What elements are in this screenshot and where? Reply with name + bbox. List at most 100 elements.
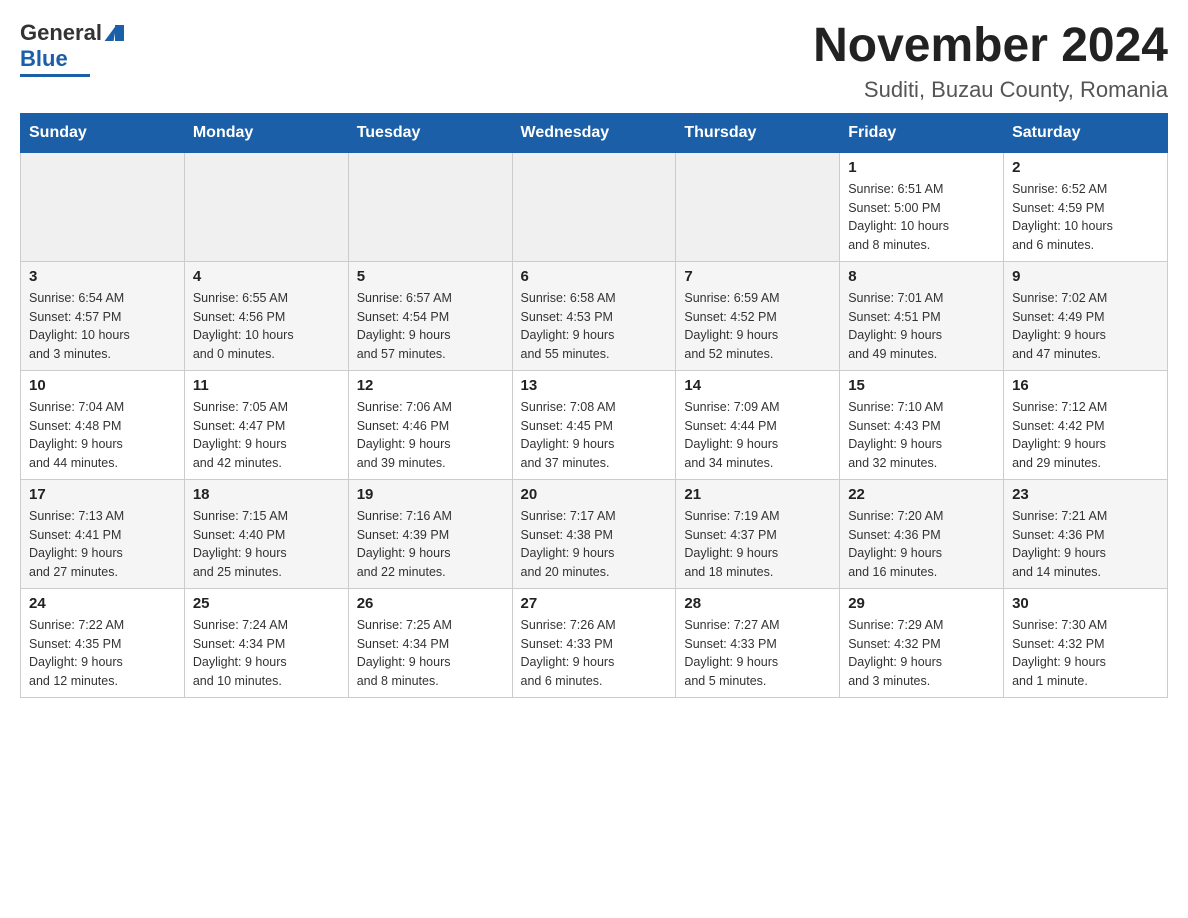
calendar-cell: 25 Sunrise: 7:24 AM Sunset: 4:34 PM Dayli… — [184, 588, 348, 697]
day-info: Sunrise: 7:21 AM Sunset: 4:36 PM Dayligh… — [1012, 507, 1159, 582]
calendar-cell: 2 Sunrise: 6:52 AM Sunset: 4:59 PM Daylig… — [1004, 152, 1168, 261]
calendar-week-row: 1 Sunrise: 6:51 AM Sunset: 5:00 PM Daylig… — [21, 152, 1168, 261]
day-number: 12 — [357, 377, 504, 394]
day-info: Sunrise: 7:29 AM Sunset: 4:32 PM Dayligh… — [848, 616, 995, 691]
calendar-cell: 17 Sunrise: 7:13 AM Sunset: 4:41 PM Dayli… — [21, 479, 185, 588]
calendar-cell: 19Sunrise: 7:16 AM Sunset: 4:39 PM Dayli… — [348, 479, 512, 588]
weekday-header-thursday: Thursday — [676, 113, 840, 152]
day-info: Sunrise: 7:05 AM Sunset: 4:47 PM Dayligh… — [193, 398, 340, 473]
day-number: 27 — [521, 595, 668, 612]
day-number: 2 — [1012, 159, 1159, 176]
weekday-header-monday: Monday — [184, 113, 348, 152]
calendar-week-row: 3 Sunrise: 6:54 AM Sunset: 4:57 PM Daylig… — [21, 261, 1168, 370]
day-number: 26 — [357, 595, 504, 612]
day-info: Sunrise: 6:51 AM Sunset: 5:00 PM Dayligh… — [848, 180, 995, 255]
day-info: Sunrise: 7:13 AM Sunset: 4:41 PM Dayligh… — [29, 507, 176, 582]
day-number: 4 — [193, 268, 340, 285]
calendar-cell: 30 Sunrise: 7:30 AM Sunset: 4:32 PM Dayli… — [1004, 588, 1168, 697]
day-info: Sunrise: 7:15 AM Sunset: 4:40 PM Dayligh… — [193, 507, 340, 582]
day-number: 17 — [29, 486, 176, 503]
day-number: 21 — [684, 486, 831, 503]
logo-underline — [20, 74, 90, 77]
day-info: Sunrise: 6:58 AM Sunset: 4:53 PM Dayligh… — [521, 289, 668, 364]
calendar-cell — [512, 152, 676, 261]
day-number: 28 — [684, 595, 831, 612]
day-number: 24 — [29, 595, 176, 612]
calendar-table: SundayMondayTuesdayWednesdayThursdayFrid… — [20, 113, 1168, 698]
calendar-cell: 28 Sunrise: 7:27 AM Sunset: 4:33 PM Dayli… — [676, 588, 840, 697]
calendar-header-row: SundayMondayTuesdayWednesdayThursdayFrid… — [21, 113, 1168, 152]
calendar-cell: 5Sunrise: 6:57 AM Sunset: 4:54 PM Daylig… — [348, 261, 512, 370]
day-info: Sunrise: 7:24 AM Sunset: 4:34 PM Dayligh… — [193, 616, 340, 691]
calendar-cell: 16 Sunrise: 7:12 AM Sunset: 4:42 PM Dayli… — [1004, 370, 1168, 479]
day-number: 16 — [1012, 377, 1159, 394]
calendar-cell — [21, 152, 185, 261]
day-number: 13 — [521, 377, 668, 394]
calendar-cell: 15 Sunrise: 7:10 AM Sunset: 4:43 PM Dayli… — [840, 370, 1004, 479]
calendar-cell — [676, 152, 840, 261]
weekday-header-friday: Friday — [840, 113, 1004, 152]
weekday-header-saturday: Saturday — [1004, 113, 1168, 152]
day-info: Sunrise: 7:25 AM Sunset: 4:34 PM Dayligh… — [357, 616, 504, 691]
calendar-cell: 12 Sunrise: 7:06 AM Sunset: 4:46 PM Dayli… — [348, 370, 512, 479]
calendar-cell: 29 Sunrise: 7:29 AM Sunset: 4:32 PM Dayli… — [840, 588, 1004, 697]
day-number: 22 — [848, 486, 995, 503]
day-number: 25 — [193, 595, 340, 612]
day-number: 10 — [29, 377, 176, 394]
day-info: Sunrise: 7:04 AM Sunset: 4:48 PM Dayligh… — [29, 398, 176, 473]
day-number: 5 — [357, 268, 504, 285]
day-info: Sunrise: 7:19 AM Sunset: 4:37 PM Dayligh… — [684, 507, 831, 582]
day-info: Sunrise: 7:27 AM Sunset: 4:33 PM Dayligh… — [684, 616, 831, 691]
page-header: General Blue November 2024 Suditi, Buzau… — [20, 20, 1168, 103]
day-info: Sunrise: 7:10 AM Sunset: 4:43 PM Dayligh… — [848, 398, 995, 473]
calendar-cell: 20Sunrise: 7:17 AM Sunset: 4:38 PM Dayli… — [512, 479, 676, 588]
day-number: 30 — [1012, 595, 1159, 612]
day-number: 14 — [684, 377, 831, 394]
day-info: Sunrise: 7:02 AM Sunset: 4:49 PM Dayligh… — [1012, 289, 1159, 364]
calendar-cell: 21 Sunrise: 7:19 AM Sunset: 4:37 PM Dayli… — [676, 479, 840, 588]
day-number: 6 — [521, 268, 668, 285]
calendar-cell: 6 Sunrise: 6:58 AM Sunset: 4:53 PM Daylig… — [512, 261, 676, 370]
day-info: Sunrise: 7:09 AM Sunset: 4:44 PM Dayligh… — [684, 398, 831, 473]
calendar-cell: 26 Sunrise: 7:25 AM Sunset: 4:34 PM Dayli… — [348, 588, 512, 697]
calendar-cell: 11 Sunrise: 7:05 AM Sunset: 4:47 PM Dayli… — [184, 370, 348, 479]
logo: General Blue — [20, 20, 124, 77]
day-info: Sunrise: 6:54 AM Sunset: 4:57 PM Dayligh… — [29, 289, 176, 364]
day-number: 11 — [193, 377, 340, 394]
calendar-cell: 13 Sunrise: 7:08 AM Sunset: 4:45 PM Dayli… — [512, 370, 676, 479]
day-info: Sunrise: 7:22 AM Sunset: 4:35 PM Dayligh… — [29, 616, 176, 691]
day-info: Sunrise: 7:01 AM Sunset: 4:51 PM Dayligh… — [848, 289, 995, 364]
page-subtitle: Suditi, Buzau County, Romania — [813, 77, 1168, 103]
day-info: Sunrise: 6:55 AM Sunset: 4:56 PM Dayligh… — [193, 289, 340, 364]
day-number: 15 — [848, 377, 995, 394]
day-number: 7 — [684, 268, 831, 285]
day-number: 8 — [848, 268, 995, 285]
day-info: Sunrise: 6:52 AM Sunset: 4:59 PM Dayligh… — [1012, 180, 1159, 255]
calendar-week-row: 17 Sunrise: 7:13 AM Sunset: 4:41 PM Dayli… — [21, 479, 1168, 588]
title-area: November 2024 Suditi, Buzau County, Roma… — [813, 20, 1168, 103]
day-number: 3 — [29, 268, 176, 285]
day-info: Sunrise: 7:20 AM Sunset: 4:36 PM Dayligh… — [848, 507, 995, 582]
calendar-cell: 23Sunrise: 7:21 AM Sunset: 4:36 PM Dayli… — [1004, 479, 1168, 588]
calendar-cell: 4 Sunrise: 6:55 AM Sunset: 4:56 PM Daylig… — [184, 261, 348, 370]
day-number: 29 — [848, 595, 995, 612]
day-info: Sunrise: 6:59 AM Sunset: 4:52 PM Dayligh… — [684, 289, 831, 364]
day-info: Sunrise: 7:06 AM Sunset: 4:46 PM Dayligh… — [357, 398, 504, 473]
day-number: 1 — [848, 159, 995, 176]
calendar-cell — [184, 152, 348, 261]
calendar-week-row: 10 Sunrise: 7:04 AM Sunset: 4:48 PM Dayli… — [21, 370, 1168, 479]
day-number: 9 — [1012, 268, 1159, 285]
calendar-cell: 3 Sunrise: 6:54 AM Sunset: 4:57 PM Daylig… — [21, 261, 185, 370]
calendar-cell: 10 Sunrise: 7:04 AM Sunset: 4:48 PM Dayli… — [21, 370, 185, 479]
calendar-cell: 27Sunrise: 7:26 AM Sunset: 4:33 PM Dayli… — [512, 588, 676, 697]
calendar-cell: 24 Sunrise: 7:22 AM Sunset: 4:35 PM Dayli… — [21, 588, 185, 697]
logo-general-text: General — [20, 20, 102, 46]
calendar-cell: 22 Sunrise: 7:20 AM Sunset: 4:36 PM Dayli… — [840, 479, 1004, 588]
day-info: Sunrise: 7:08 AM Sunset: 4:45 PM Dayligh… — [521, 398, 668, 473]
day-info: Sunrise: 7:30 AM Sunset: 4:32 PM Dayligh… — [1012, 616, 1159, 691]
calendar-cell: 14 Sunrise: 7:09 AM Sunset: 4:44 PM Dayli… — [676, 370, 840, 479]
day-info: Sunrise: 7:12 AM Sunset: 4:42 PM Dayligh… — [1012, 398, 1159, 473]
calendar-cell: 18Sunrise: 7:15 AM Sunset: 4:40 PM Dayli… — [184, 479, 348, 588]
day-info: Sunrise: 7:16 AM Sunset: 4:39 PM Dayligh… — [357, 507, 504, 582]
calendar-cell — [348, 152, 512, 261]
